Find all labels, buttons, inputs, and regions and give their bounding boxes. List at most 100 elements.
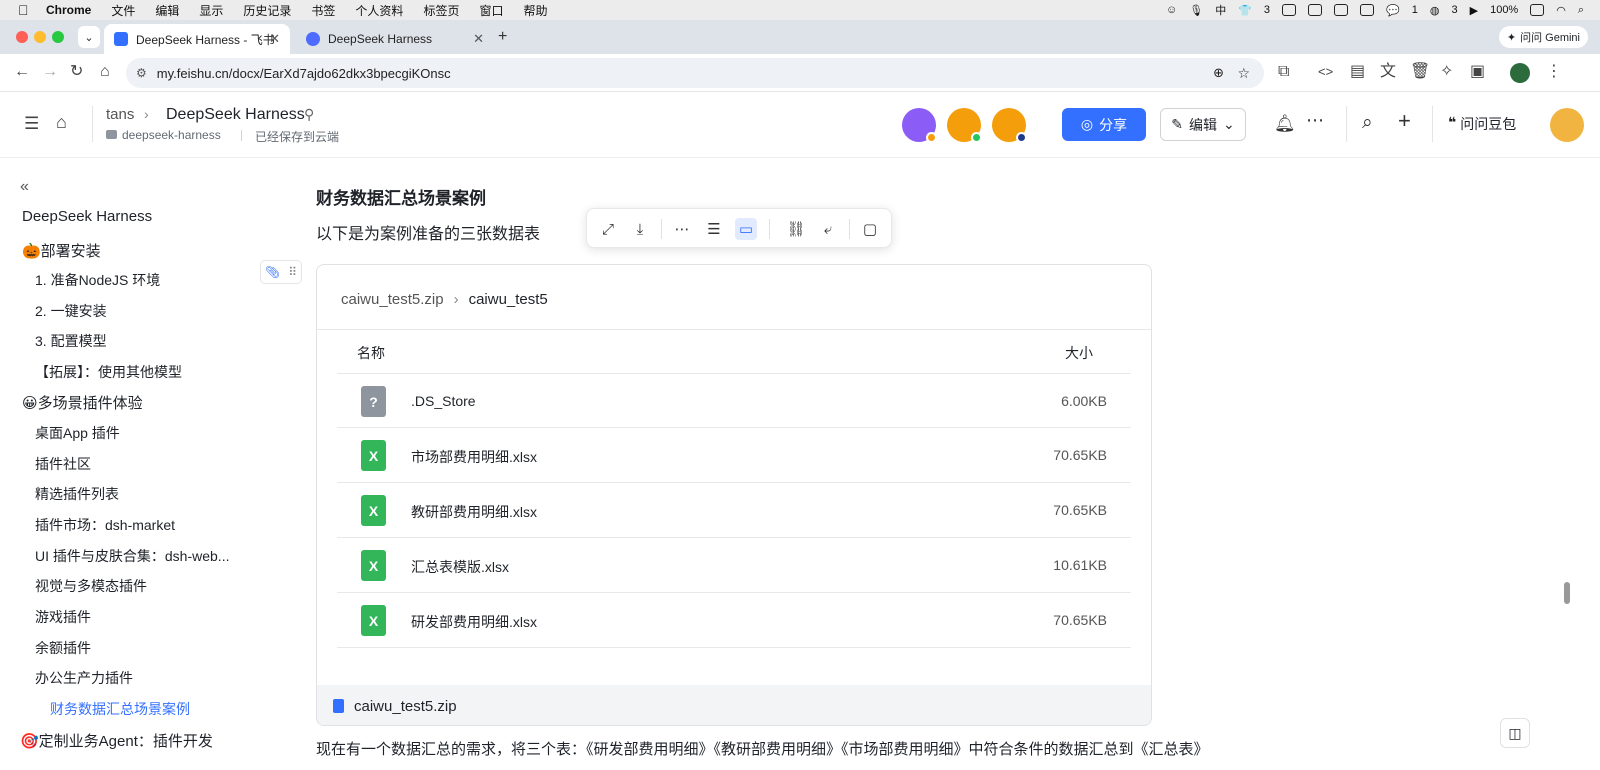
more-menu-icon[interactable]: ⋮ [1546,63,1562,81]
menu-view[interactable]: 显示 [199,2,223,19]
reload-icon[interactable]: ↻ [70,63,83,81]
toggle-sidebar-icon[interactable]: ☰ [24,114,39,134]
reader-icon[interactable]: ▤ [1350,63,1365,81]
edit-mode-button[interactable]: ✎ 编辑 ⌄ [1160,108,1246,141]
outline-item[interactable]: 3. 配置模型 [35,331,107,351]
pin-icon[interactable]: ⚲ [304,106,314,123]
wifi-icon[interactable]: ◠ [1556,4,1566,17]
outline-item[interactable]: 😀多场景插件体验 [22,392,143,413]
scrollbar-thumb[interactable] [1564,582,1570,604]
expand-icon[interactable]: ⤢ [597,218,619,240]
notification-bell-icon[interactable]: 🔔︎ [1274,114,1296,134]
avatar[interactable] [992,108,1027,143]
breadcrumb-root[interactable]: tans [106,106,134,123]
card-view-icon[interactable]: ☰ [703,218,725,240]
wrap-icon[interactable]: ⤶ [817,218,839,240]
ask-doubao-button[interactable]: ❝ 问问豆包 [1448,114,1516,134]
outline-item-active[interactable]: 财务数据汇总场景案例 [50,699,190,719]
menu-file[interactable]: 文件 [111,2,135,19]
tab-feishu-doc[interactable]: DeepSeek Harness - 飞书云文 ✕ [104,24,290,54]
avatar[interactable] [902,108,937,143]
outline-item[interactable]: 【拓展】：使用其他模型 [35,362,182,382]
preview-view-icon[interactable]: ▭ [735,218,757,240]
extension-icon[interactable]: ▣ [1470,63,1485,81]
minimize-window-button[interactable] [34,31,46,43]
home-icon[interactable]: ⌂ [100,63,110,81]
link-icon[interactable]: ⛓ [785,218,807,240]
help-icon[interactable]: ◫ [1500,718,1530,748]
outline-item[interactable]: UI 插件与皮肤合集：dsh-web... [35,546,229,566]
back-icon[interactable]: ← [14,63,30,81]
menu-tabs[interactable]: 标签页 [423,2,459,19]
app-tray-icon-1[interactable] [1308,4,1323,16]
outline-item[interactable]: 游戏插件 [35,607,91,627]
outline-item[interactable]: 精选插件列表 [35,484,119,504]
input-method-icon[interactable]: 中 [1215,2,1226,18]
file-row[interactable]: ? .DS_Store 6.00KB [337,373,1131,428]
menu-history[interactable]: 历史记录 [243,2,291,19]
app-tray-icon-2[interactable] [1334,4,1349,16]
chat-icon[interactable]: 💬 [1386,4,1400,17]
download-icon[interactable]: ⤓ [629,218,651,240]
outline-item[interactable]: 🎃部署安装 [22,240,101,261]
extension-icon[interactable]: ✧ [1440,63,1453,81]
user-avatar[interactable] [1550,108,1584,142]
attachment-footer[interactable]: caiwu_test5.zip [317,685,1151,725]
zoom-window-button[interactable] [52,31,64,43]
outline-item[interactable]: 桌面App 插件 [35,423,120,443]
forward-icon[interactable]: → [42,63,58,81]
share-button[interactable]: ◎ 分享 [1062,108,1146,141]
close-window-button[interactable] [16,31,28,43]
avatar[interactable] [947,108,982,143]
menu-profile[interactable]: 个人资料 [355,2,403,19]
outline-title[interactable]: DeepSeek Harness [22,208,152,225]
extensions-icon[interactable]: ⧉ [1278,63,1289,81]
outline-item[interactable]: 🎯定制业务Agent：插件开发 [20,730,213,751]
close-tab-icon[interactable]: ✕ [269,31,280,47]
profile-avatar[interactable] [1510,63,1530,83]
tab-deepseek[interactable]: DeepSeek Harness ✕ [296,24,494,54]
menu-edit[interactable]: 编辑 [155,2,179,19]
menu-window[interactable]: 窗口 [479,2,503,19]
screen-record-icon[interactable] [1282,4,1297,16]
outline-item[interactable]: 插件市场：dsh-market [35,515,175,535]
close-tab-icon[interactable]: ✕ [473,31,484,47]
menu-bookmarks[interactable]: 书签 [311,2,335,19]
search-icon[interactable]: ⌕ [1362,112,1373,134]
search-icon[interactable]: ⌕ [1578,4,1584,17]
breadcrumb-zip[interactable]: caiwu_test5.zip [341,291,444,308]
devtools-icon[interactable]: <> [1318,63,1333,81]
app-tray-icon-3[interactable] [1360,4,1375,16]
outline-item[interactable]: 2. 一键安装 [35,301,107,321]
file-row[interactable]: X 研发部费用明细.xlsx 70.65KB [337,593,1131,648]
bookmark-star-icon[interactable]: ☆ [1237,65,1250,82]
site-info-icon[interactable]: ⚙ [136,66,147,80]
address-bar[interactable]: ⚙ my.feishu.cn/docx/EarXd7ajdo62dkx3bpec… [126,58,1264,88]
translate-icon[interactable]: 文 [1380,63,1396,81]
battery-icon[interactable] [1530,4,1545,16]
home-icon[interactable]: ⌂ [56,112,67,133]
file-row[interactable]: X 教研部费用明细.xlsx 70.65KB [337,483,1131,538]
menu-app[interactable]: Chrome [46,3,91,17]
mic-icon[interactable]: 🎙 [1189,4,1203,17]
file-row[interactable]: X 市场部费用明细.xlsx 70.65KB [337,428,1131,483]
outline-item[interactable]: 视觉与多模态插件 [35,576,147,596]
delete-icon[interactable]: 🗑 [1410,63,1430,81]
shirt-icon[interactable]: 👕 [1238,4,1252,17]
outline-item[interactable]: 1. 准备NodeJS 环境 [35,270,160,290]
collapse-sidebar-icon[interactable]: « [20,178,29,196]
menu-help[interactable]: 帮助 [523,2,547,19]
outline-item[interactable]: 插件社区 [35,454,91,474]
folder-name[interactable]: deepseek-harness [122,128,221,142]
doc-title[interactable]: DeepSeek Harness [166,106,305,124]
tab-search-chevron-icon[interactable]: ⌄ [78,26,100,48]
wechat-icon[interactable]: ◍ [1430,4,1440,17]
emoji-icon[interactable]: ☺ [1166,4,1177,16]
outline-item[interactable]: 办公生产力插件 [35,668,133,688]
breadcrumb-folder[interactable]: caiwu_test5 [469,291,548,308]
comment-icon[interactable]: ▢ [859,218,881,240]
new-tab-icon[interactable]: + [498,28,507,46]
add-icon[interactable]: + [1398,108,1411,134]
file-row[interactable]: X 汇总表模版.xlsx 10.61KB [337,538,1131,593]
more-icon[interactable]: ⋯ [1306,110,1324,131]
